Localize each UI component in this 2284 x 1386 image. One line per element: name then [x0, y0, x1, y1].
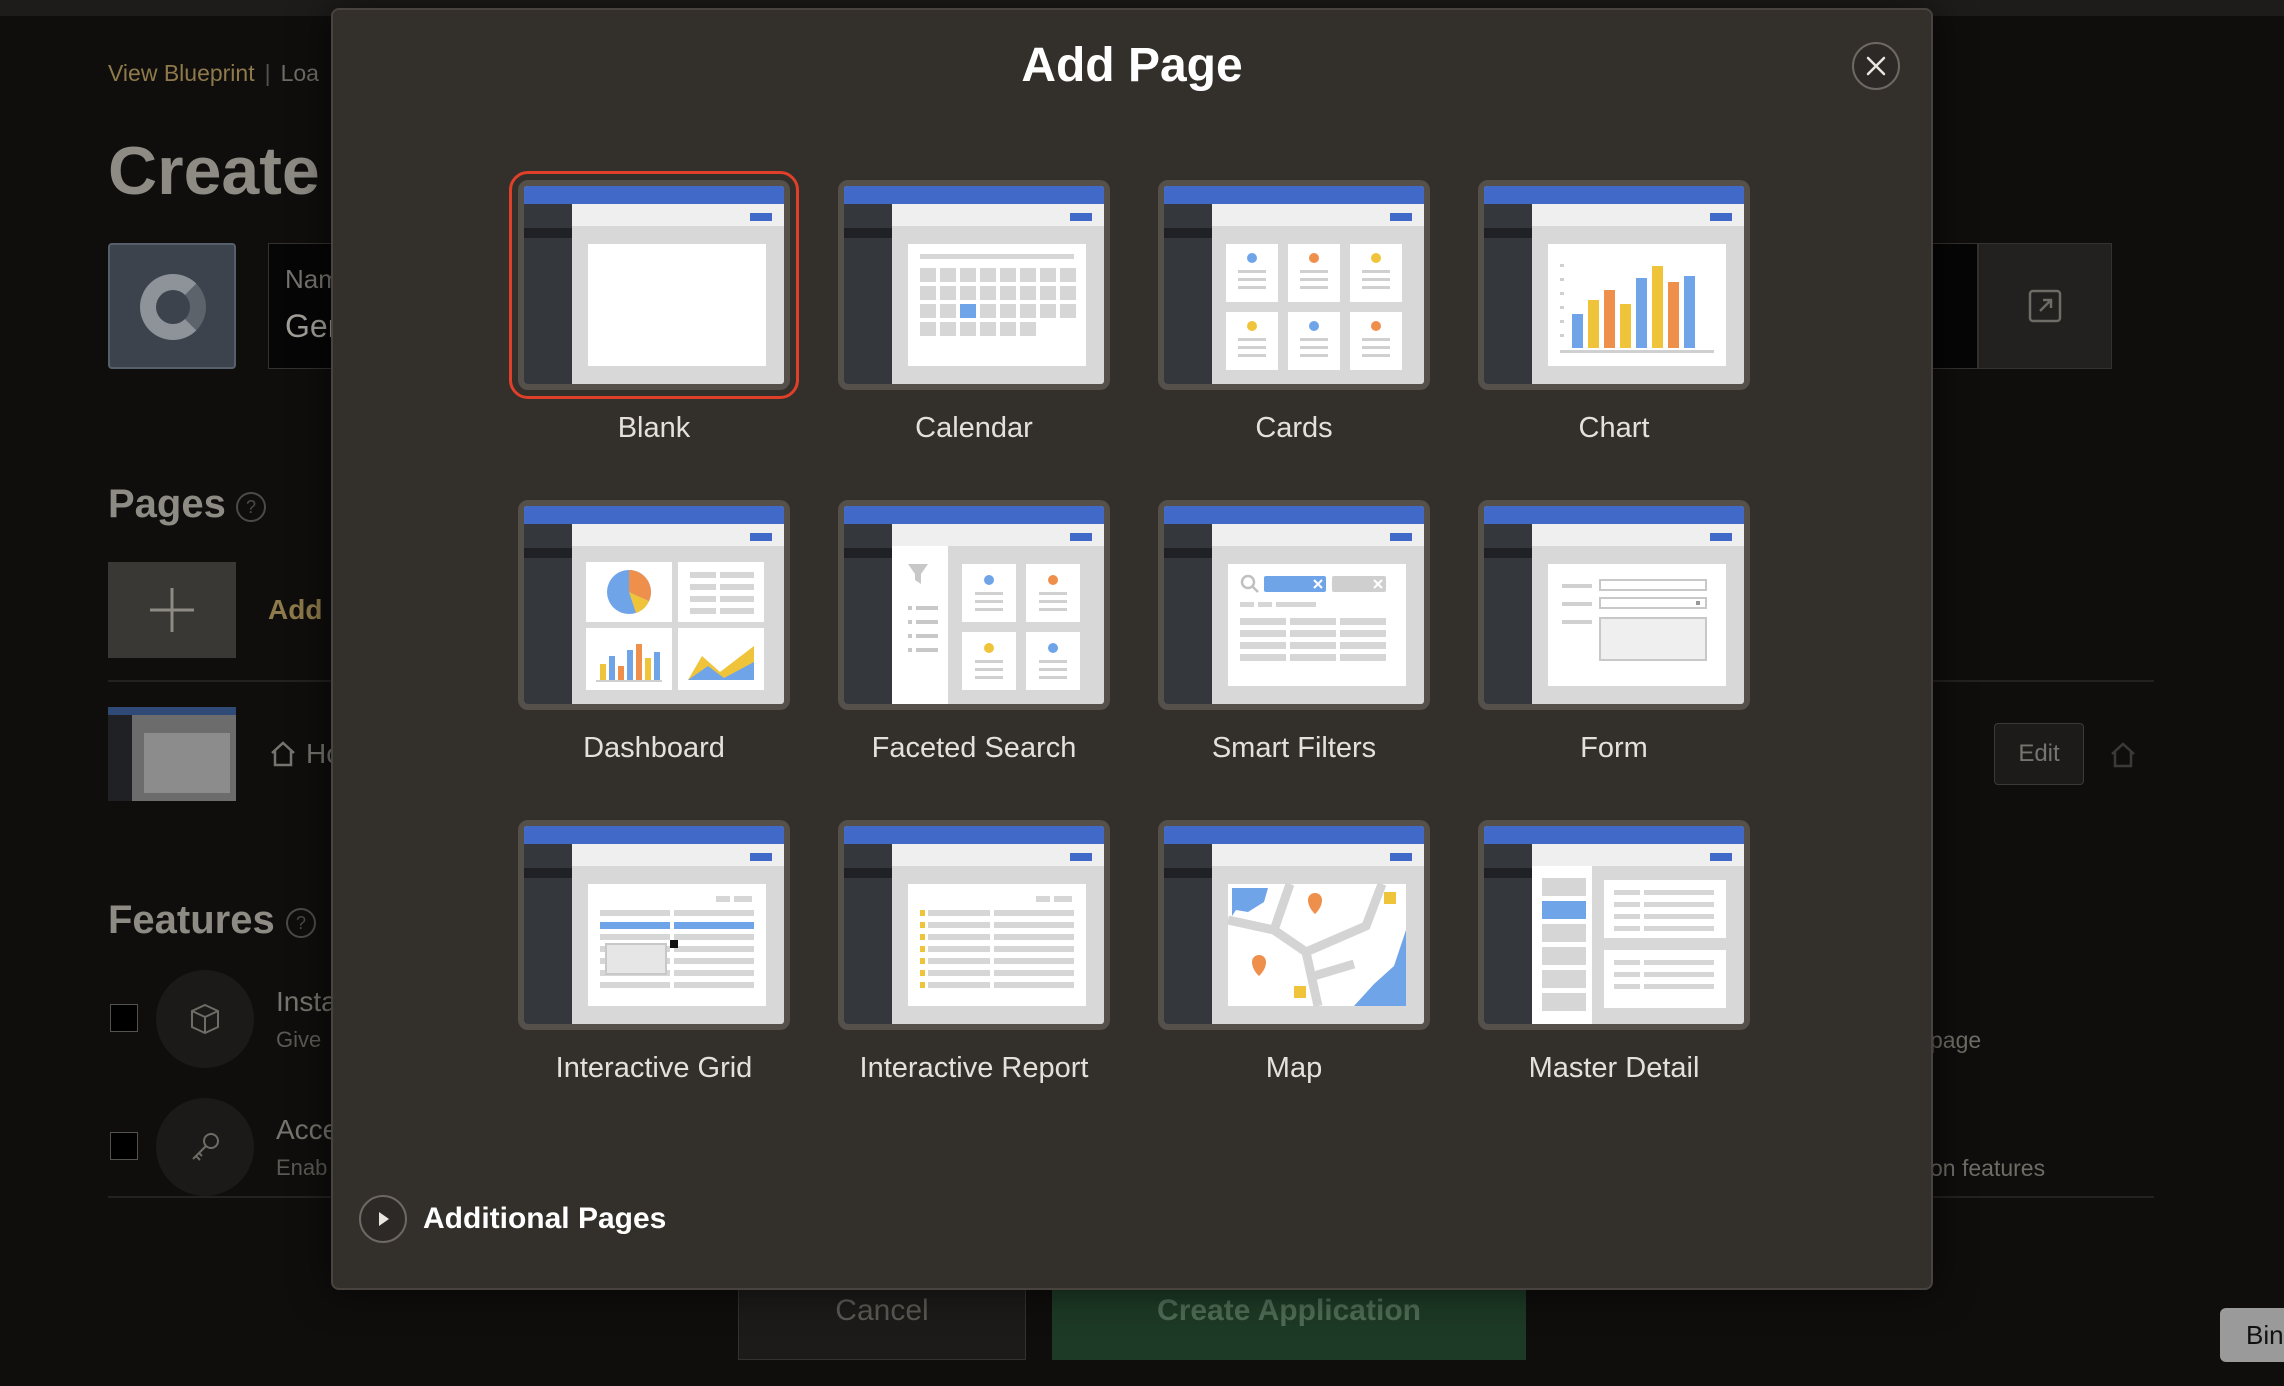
app-icon	[108, 243, 236, 369]
page-type-label: Dashboard	[583, 732, 725, 764]
page-type-label: Interactive Grid	[555, 1052, 753, 1084]
page-type-interactive-report[interactable]	[838, 820, 1110, 1030]
form-icon	[1484, 506, 1744, 704]
page-type-calendar[interactable]	[838, 180, 1110, 390]
close-button[interactable]	[1852, 42, 1900, 90]
close-icon	[1866, 56, 1886, 76]
feature-checkbox	[110, 1004, 138, 1032]
page-type-master-detail[interactable]	[1478, 820, 1750, 1030]
feature-title: Insta	[276, 986, 337, 1017]
master-detail-icon	[1484, 826, 1744, 1024]
smart-filters-icon	[1164, 506, 1424, 704]
edit-button: Edit	[1994, 723, 2084, 785]
add-page-tile	[108, 562, 236, 658]
page-type-blank[interactable]	[509, 171, 799, 399]
feature-description-tail: page	[1930, 1027, 1982, 1053]
features-heading: Features	[108, 898, 275, 942]
page-type-smart-filters[interactable]	[1158, 500, 1430, 710]
chart-icon	[1484, 186, 1744, 384]
feature-description-tail: on features	[1930, 1155, 2046, 1181]
page-type-label: Form	[1580, 732, 1648, 764]
play-icon	[379, 1212, 389, 1226]
add-label: Add	[268, 594, 323, 625]
add-page-dialog: Add Page Blank Calendar Cards Chart Dash…	[331, 8, 1933, 1290]
box-icon	[156, 970, 254, 1068]
page-type-dashboard[interactable]	[518, 500, 790, 710]
cards-icon	[1164, 186, 1424, 384]
additional-pages-toggle[interactable]: Additional Pages	[359, 1195, 666, 1243]
page-type-label: Smart Filters	[1211, 732, 1377, 764]
breadcrumb: View Blueprint | Loa	[108, 60, 319, 86]
feature-description: Enab	[276, 1155, 328, 1180]
expand-icon	[1978, 243, 2112, 369]
page-type-chart[interactable]	[1478, 180, 1750, 390]
load-link: Loa	[280, 60, 319, 86]
interactive-grid-icon	[524, 826, 784, 1024]
page-type-map[interactable]	[1158, 820, 1430, 1030]
expand-toggle-button[interactable]	[359, 1195, 407, 1243]
interactive-report-icon	[844, 826, 1104, 1024]
view-blueprint-link: View Blueprint	[108, 60, 255, 86]
page-type-label: Calendar	[915, 412, 1033, 444]
home-icon	[2111, 742, 2135, 768]
dashboard-icon	[524, 506, 784, 704]
feature-checkbox	[110, 1132, 138, 1160]
page-type-label: Interactive Report	[859, 1052, 1089, 1084]
feature-title: Acce	[276, 1114, 339, 1145]
page-type-faceted-search[interactable]	[838, 500, 1110, 710]
page-type-label: Cards	[1255, 412, 1333, 444]
page-type-form[interactable]	[1478, 500, 1750, 710]
page-type-label: Blank	[617, 412, 691, 444]
home-icon	[271, 741, 295, 767]
help-icon: ?	[286, 908, 316, 938]
map-icon	[1164, 826, 1424, 1024]
page-type-interactive-grid[interactable]	[518, 820, 790, 1030]
home-page-thumbnail	[108, 707, 236, 801]
faceted-search-icon	[844, 506, 1104, 704]
page-type-cards[interactable]	[1158, 180, 1430, 390]
page-type-label: Map	[1265, 1052, 1323, 1084]
page-type-label: Chart	[1578, 412, 1650, 444]
key-icon	[156, 1098, 254, 1196]
blank-page-icon	[524, 186, 784, 384]
tooltip: Bin	[2220, 1308, 2284, 1362]
pages-heading: Pages	[108, 482, 226, 526]
help-icon: ?	[236, 492, 266, 522]
page-type-label: Master Detail	[1528, 1052, 1700, 1084]
feature-description: Give	[276, 1027, 322, 1052]
calendar-icon	[844, 186, 1104, 384]
dialog-title: Add Page	[1021, 39, 1243, 92]
additional-pages-label: Additional Pages	[423, 1202, 667, 1235]
page-type-label: Faceted Search	[871, 732, 1077, 764]
